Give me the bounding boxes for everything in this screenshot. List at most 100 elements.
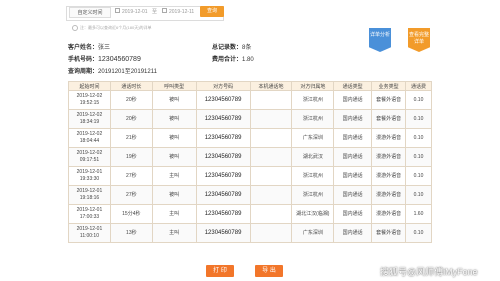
cell-call-type: 被叫: [151, 185, 197, 205]
cell-other-location: 浙江杭州: [291, 109, 335, 129]
cell-call-type: 主叫: [151, 166, 197, 186]
query-button[interactable]: 查询: [200, 6, 224, 17]
date-separator: 至: [152, 9, 158, 15]
cell-duration: 15分4秒: [109, 204, 153, 224]
header-fee: 通话费: [405, 81, 432, 91]
customer-name-row: 客户姓名：张三: [68, 42, 110, 51]
cell-date: 2019-12-02: [76, 112, 103, 118]
cell-fee: 0.10: [405, 147, 432, 167]
cell-other-location: 浙江杭州: [291, 90, 335, 110]
cell-local-location: [249, 185, 293, 205]
cell-call-type: 被叫: [151, 128, 197, 148]
cell-service-type: 套餐外语音: [371, 109, 407, 129]
cell-duration: 13秒: [109, 223, 153, 243]
cell-start-time: 2019-12-01 19:33:30: [68, 166, 111, 186]
cell-duration: 27秒: [109, 166, 153, 186]
cell-fee: 0.10: [405, 185, 432, 205]
table-row: 2019-12-02 09:17:51 19秒 被叫 12304560789 湖北武汉 国内…: [68, 147, 432, 167]
cell-call-type: 被叫: [151, 109, 197, 129]
cell-call-type: 主叫: [151, 204, 197, 224]
fee-value: 1.80: [242, 57, 254, 63]
cell-fee: 0.10: [405, 166, 432, 186]
call-detail-table: 起始时间 通话时长 呼叫类型 对方号码 本机通话地 对方归属地 通话类型 业务类…: [68, 81, 432, 243]
start-date-input[interactable]: 2019-12-01: [115, 7, 148, 18]
cell-local-location: [249, 166, 293, 186]
cell-call-type: 被叫: [151, 90, 197, 110]
detail-analysis-badge[interactable]: 详单分析: [369, 28, 391, 52]
table-row: 2019-12-01 17:00:33 15分4秒 主叫 12304560789 湖北江汉…: [68, 204, 432, 224]
cell-duration: 21秒: [109, 128, 153, 148]
cell-call-type: 主叫: [151, 223, 197, 243]
table-header: 起始时间 通话时长 呼叫类型 对方号码 本机通话地 对方归属地 通话类型 业务类…: [68, 81, 432, 91]
cell-duration: 19秒: [109, 147, 153, 167]
count-label: 总记录数：: [212, 45, 243, 51]
header-duration: 通话时长: [109, 81, 153, 91]
watermark: 搜狐号@风师傅iMyFone: [380, 267, 478, 277]
cell-comm-type: 国内通话: [333, 109, 373, 129]
cell-other-number: 12304560789: [195, 128, 251, 148]
cell-comm-type: 国内通话: [333, 128, 373, 148]
cell-duration: 20秒: [109, 90, 153, 110]
fee-total-row: 费用合计：1.80: [212, 54, 254, 63]
cell-duration: 20秒: [109, 109, 153, 129]
cell-time: 09:17:51: [79, 157, 100, 163]
cell-other-location: 广东深圳: [291, 128, 335, 148]
cell-comm-type: 国内通话: [333, 223, 373, 243]
cell-time: 18:34:19: [79, 119, 100, 125]
cell-time: 19:18:16: [79, 195, 100, 201]
period-value: 20191201至20191211: [98, 69, 157, 75]
cell-date: 2019-12-02: [76, 131, 103, 137]
cell-start-time: 2019-12-02 18:04:44: [68, 128, 111, 148]
calendar-icon: [115, 8, 120, 14]
header-local-location: 本机通话地: [249, 81, 293, 91]
cell-other-number: 12304560789: [195, 223, 251, 243]
cell-date: 2019-12-01: [76, 226, 103, 232]
cell-date: 2019-12-02: [76, 93, 103, 99]
start-date-value: 2019-12-01: [122, 9, 148, 15]
cell-date: 2019-12-01: [76, 207, 103, 213]
phone-row: 手机号码：12304560789: [68, 54, 141, 63]
cell-fee: 1.60: [405, 204, 432, 224]
cell-time: 11:00:10: [79, 233, 99, 239]
cell-fee: 0.10: [405, 90, 432, 110]
header-comm-type: 通话类型: [333, 81, 373, 91]
table-row: 2019-12-02 18:04:44 21秒 被叫 12304560789 广东深圳 国内…: [68, 128, 432, 148]
name-label: 客户姓名：: [68, 45, 99, 51]
header-other-number: 对方号码: [195, 81, 251, 91]
period-label: 查询周期：: [68, 69, 99, 75]
cell-other-number: 12304560789: [195, 185, 251, 205]
cell-start-time: 2019-12-02 19:52:15: [68, 90, 111, 110]
cell-start-time: 2019-12-01 19:18:16: [68, 185, 111, 205]
end-date-value: 2019-12-11: [169, 9, 195, 15]
table-row: 2019-12-01 19:33:30 27秒 主叫 12304560789 浙江杭州 国内…: [68, 166, 432, 186]
cell-start-time: 2019-12-01 11:00:10: [68, 223, 111, 243]
cell-local-location: [249, 128, 293, 148]
custom-time-select[interactable]: 自定义时间: [69, 7, 111, 18]
cell-service-type: 漫游外语音: [371, 166, 407, 186]
cell-duration: 27秒: [109, 185, 153, 205]
table-row: 2019-12-01 11:00:10 13秒 主叫 12304560789 广东深圳 国内…: [68, 223, 432, 243]
header-start-time: 起始时间: [68, 81, 111, 91]
cell-fee: 0.10: [405, 223, 432, 243]
cell-service-type: 套餐外语音: [371, 223, 407, 243]
cell-service-type: 漫游外语音: [371, 204, 407, 224]
info-icon: [72, 25, 78, 31]
cell-service-type: 漫游外语音: [371, 147, 407, 167]
fee-label: 费用合计：: [212, 57, 243, 63]
phone-label: 手机号码：: [68, 57, 99, 63]
cell-service-type: 套餐外语音: [371, 90, 407, 110]
cell-comm-type: 国内通话: [333, 90, 373, 110]
view-full-detail-badge[interactable]: 查看完整详单: [408, 28, 430, 52]
cell-other-number: 12304560789: [195, 204, 251, 224]
period-row: 查询周期：20191201至20191211: [68, 66, 157, 75]
end-date-input[interactable]: 2019-12-11: [162, 7, 194, 18]
cell-date: 2019-12-01: [76, 169, 103, 175]
cell-service-type: 漫游外语音: [371, 185, 407, 205]
cell-start-time: 2019-12-01 17:00:33: [68, 204, 111, 224]
query-note: 注：最多可以查询近6个月(180天)的详单: [72, 25, 152, 31]
cell-date: 2019-12-01: [76, 188, 103, 194]
export-button[interactable]: 导 出: [255, 265, 283, 277]
cell-local-location: [249, 147, 293, 167]
print-button[interactable]: 打 印: [206, 265, 234, 277]
cell-other-number: 12304560789: [195, 109, 251, 129]
